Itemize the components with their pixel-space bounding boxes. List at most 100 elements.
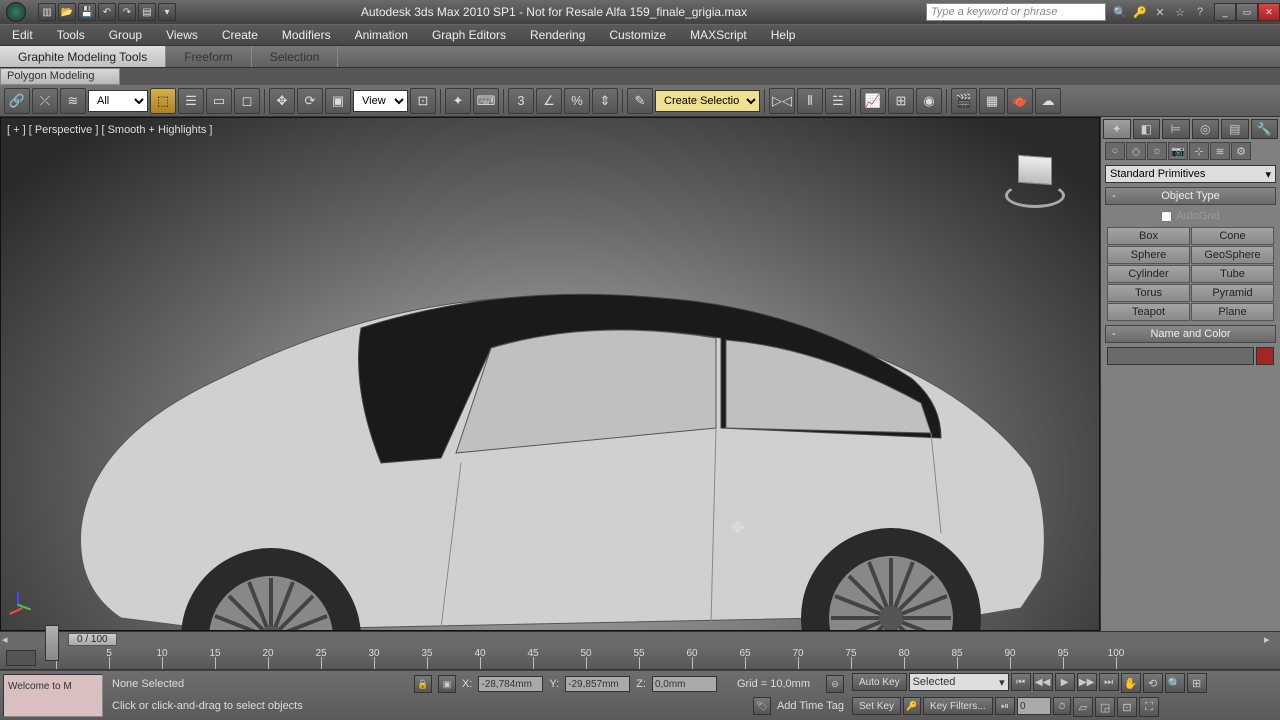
time-tag-icon[interactable]: 🏷	[753, 697, 771, 715]
tab-hierarchy-icon[interactable]: ⊨	[1162, 119, 1190, 139]
schematic-icon[interactable]: ⊞	[888, 88, 914, 114]
render-frame-icon[interactable]: ▦	[979, 88, 1005, 114]
next-frame-icon[interactable]: ▶▶	[1077, 673, 1097, 691]
primitive-box-button[interactable]: Box	[1107, 227, 1190, 245]
menu-create[interactable]: Create	[210, 25, 270, 45]
primitive-geosphere-button[interactable]: GeoSphere	[1191, 246, 1274, 264]
minimize-button[interactable]: _	[1214, 3, 1236, 21]
goto-end-icon[interactable]: ⏭	[1099, 673, 1119, 691]
menu-animation[interactable]: Animation	[343, 25, 420, 45]
ref-coord-dropdown[interactable]: View	[353, 90, 408, 112]
move-icon[interactable]: ✥	[269, 88, 295, 114]
manipulate-icon[interactable]: ✦	[445, 88, 471, 114]
key-mode-toggle-icon[interactable]: ⏯	[995, 697, 1015, 715]
material-editor-icon[interactable]: ◉	[916, 88, 942, 114]
pivot-icon[interactable]: ⊡	[410, 88, 436, 114]
viewport-label[interactable]: [ + ] [ Perspective ] [ Smooth + Highlig…	[7, 124, 212, 136]
search-input[interactable]: Type a keyword or phrase	[926, 3, 1106, 21]
select-region-window-icon[interactable]: ◻	[234, 88, 260, 114]
tab-freeform[interactable]: Freeform	[166, 46, 252, 67]
time-slider-handle[interactable]	[45, 625, 59, 661]
globe-icon[interactable]: ✕	[1152, 4, 1168, 20]
selection-filter-dropdown[interactable]: All	[88, 90, 148, 112]
primitive-plane-button[interactable]: Plane	[1191, 303, 1274, 321]
tab-display-icon[interactable]: ▤	[1221, 119, 1249, 139]
polygon-modeling-button[interactable]: Polygon Modeling	[0, 68, 120, 85]
sub-helpers-icon[interactable]: ⊹	[1189, 142, 1209, 160]
qat-undo-icon[interactable]: ↶	[98, 3, 116, 21]
qat-redo-icon[interactable]: ↷	[118, 3, 136, 21]
menu-views[interactable]: Views	[154, 25, 210, 45]
qat-new-icon[interactable]: ▥	[38, 3, 56, 21]
menu-edit[interactable]: Edit	[0, 25, 45, 45]
menu-help[interactable]: Help	[759, 25, 808, 45]
autogrid-checkbox[interactable]: AutoGrid	[1101, 207, 1280, 225]
select-object-icon[interactable]: ⬚	[150, 88, 176, 114]
qat-project-icon[interactable]: ▤	[138, 3, 156, 21]
curve-editor-icon[interactable]: 📈	[860, 88, 886, 114]
bind-icon[interactable]: ≋	[60, 88, 86, 114]
arc-rotate-icon[interactable]: ⟲	[1143, 673, 1163, 693]
primitive-pyramid-button[interactable]: Pyramid	[1191, 284, 1274, 302]
zoom-icon[interactable]: 🔍	[1165, 673, 1185, 693]
spinner-snap-icon[interactable]: ⇕	[592, 88, 618, 114]
sub-geometry-icon[interactable]: ○	[1105, 142, 1125, 160]
zoom-all-icon[interactable]: ⊞	[1187, 673, 1207, 693]
pan-icon[interactable]: ✋	[1121, 673, 1141, 693]
rollout-name-color[interactable]: -Name and Color	[1105, 325, 1276, 343]
car-model[interactable]	[61, 268, 1061, 631]
tab-graphite-modeling[interactable]: Graphite Modeling Tools	[0, 46, 166, 67]
primitive-tube-button[interactable]: Tube	[1191, 265, 1274, 283]
trackbar-key-icon[interactable]	[6, 650, 36, 666]
menu-maxscript[interactable]: MAXScript	[678, 25, 759, 45]
help-icon[interactable]: ?	[1192, 4, 1208, 20]
select-by-name-icon[interactable]: ☰	[178, 88, 204, 114]
rotate-icon[interactable]: ⟳	[297, 88, 323, 114]
menu-group[interactable]: Group	[97, 25, 154, 45]
scale-icon[interactable]: ▣	[325, 88, 351, 114]
add-time-tag[interactable]: Add Time Tag	[777, 700, 844, 712]
angle-snap-icon[interactable]: ∠	[536, 88, 562, 114]
edit-named-sel-icon[interactable]: ✎	[627, 88, 653, 114]
tab-utilities-icon[interactable]: 🔧	[1251, 119, 1279, 139]
close-button[interactable]: ✕	[1258, 3, 1280, 21]
lock-selection-icon[interactable]: 🔒	[414, 675, 432, 693]
menu-customize[interactable]: Customize	[597, 25, 678, 45]
tab-motion-icon[interactable]: ◎	[1192, 119, 1220, 139]
tab-selection[interactable]: Selection	[252, 46, 338, 67]
goto-start-icon[interactable]: ⏮	[1011, 673, 1031, 691]
time-slider[interactable]: ◂ 0 / 100 ▸	[0, 631, 1280, 646]
coord-z-field[interactable]: 0,0mm	[652, 676, 717, 692]
unlink-icon[interactable]: ⤫	[32, 88, 58, 114]
object-color-swatch[interactable]	[1256, 347, 1274, 365]
adaptive-degradation-icon[interactable]: ⊖	[826, 675, 844, 693]
star-icon[interactable]: ☆	[1172, 4, 1188, 20]
qat-open-icon[interactable]: 📂	[58, 3, 76, 21]
snap-toggle-icon[interactable]: 3	[508, 88, 534, 114]
keyboard-shortcut-icon[interactable]: ⌨	[473, 88, 499, 114]
menu-grapheditors[interactable]: Graph Editors	[420, 25, 518, 45]
qat-save-icon[interactable]: 💾	[78, 3, 96, 21]
primitive-sphere-button[interactable]: Sphere	[1107, 246, 1190, 264]
maximize-button[interactable]: ▭	[1236, 3, 1258, 21]
render-iterative-icon[interactable]: ☁	[1035, 88, 1061, 114]
coord-y-field[interactable]: -29,857mm	[565, 676, 630, 692]
auto-key-button[interactable]: Auto Key	[852, 673, 907, 691]
qat-dropdown-icon[interactable]: ▾	[158, 3, 176, 21]
menu-rendering[interactable]: Rendering	[518, 25, 597, 45]
sub-cameras-icon[interactable]: 📷	[1168, 142, 1188, 160]
next-key-icon[interactable]: ▸	[1262, 633, 1274, 645]
coord-x-field[interactable]: -28,784mm	[478, 676, 543, 692]
prev-frame-icon[interactable]: ◀◀	[1033, 673, 1053, 691]
maxscript-listener[interactable]: Welcome to M	[3, 674, 103, 717]
render-setup-icon[interactable]: 🎬	[951, 88, 977, 114]
play-icon[interactable]: ▶	[1055, 673, 1075, 691]
app-icon[interactable]	[6, 2, 26, 22]
link-icon[interactable]: 🔗	[4, 88, 30, 114]
time-config-icon[interactable]: ⏱	[1053, 697, 1071, 715]
fov-icon[interactable]: ▱	[1073, 697, 1093, 717]
primitive-teapot-button[interactable]: Teapot	[1107, 303, 1190, 321]
key-filter-selected-dropdown[interactable]: Selected▾	[909, 673, 1009, 691]
binoculars-icon[interactable]: 🔍	[1112, 4, 1128, 20]
tab-create-icon[interactable]: ✦	[1103, 119, 1131, 139]
